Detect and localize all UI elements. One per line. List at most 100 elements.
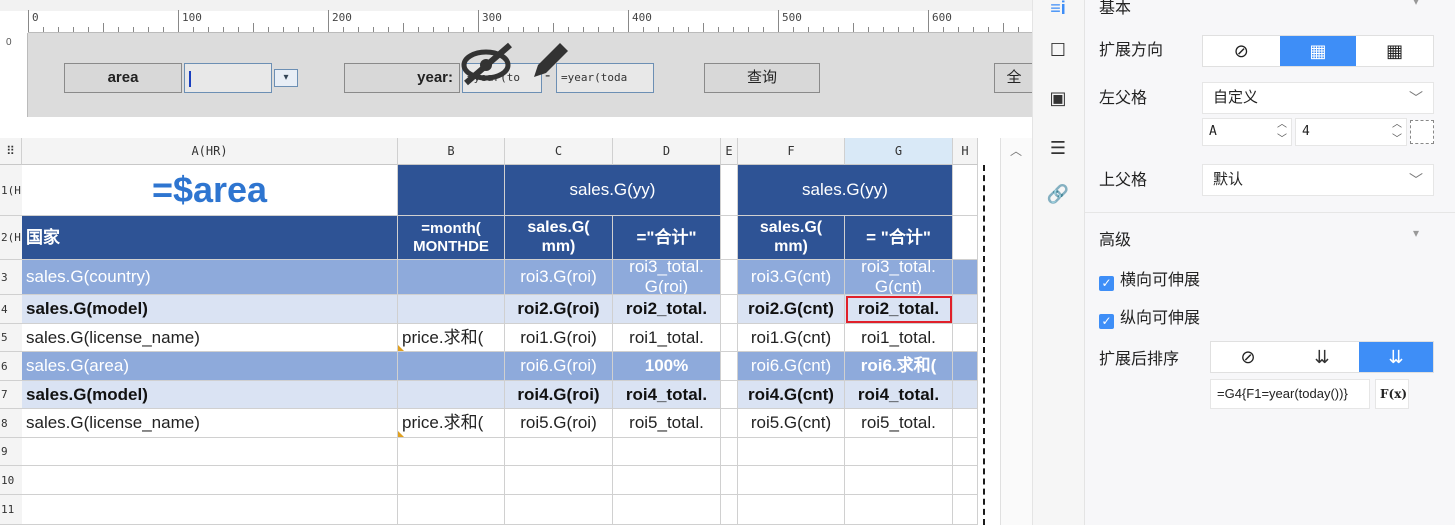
query-button[interactable]: 查询 [704,63,820,93]
cell-b7[interactable] [398,381,505,409]
widget-icon[interactable]: ▣ [1043,86,1073,110]
cell-c8[interactable]: roi5.G(roi) [505,409,613,438]
corner-cell[interactable]: ⠿ [0,138,22,165]
row-header[interactable]: 5 [0,324,22,352]
col-header-e[interactable]: E [721,138,738,165]
cell-h4[interactable] [953,295,978,324]
cell-h6[interactable] [953,352,978,381]
left-parent-col-input[interactable]: A ︿ ﹀ [1202,118,1292,146]
sort-formula-input[interactable]: =G4{F1=year(today())} [1210,379,1370,409]
cell-e6[interactable] [721,352,738,381]
cell-e2[interactable] [721,216,738,260]
basic-section-header[interactable]: 基本 [1099,0,1131,18]
cell-h5[interactable] [953,324,978,352]
scroll-up-icon[interactable]: ︿ [1010,142,1022,159]
stepper-icon[interactable]: ︿ ﹀ [1392,117,1402,147]
cell-b3[interactable] [398,260,505,295]
empty-cell[interactable] [613,466,721,495]
checkbox-checked-icon[interactable]: ✓ [1099,314,1114,329]
cell-e4[interactable] [721,295,738,324]
empty-cell[interactable] [738,495,845,525]
cell-a6[interactable]: sales.G(area) [22,352,398,381]
cell-f5[interactable]: roi1.G(cnt) [738,324,845,352]
cell-a1[interactable]: =$area [22,165,398,216]
sort-ascending-icon[interactable]: ⇊ [1285,342,1359,372]
cell-h7[interactable] [953,381,978,409]
row-header[interactable]: 1(H) [0,165,22,216]
horizontal-expand-icon[interactable]: ▦ [1356,36,1433,66]
cell-b1[interactable] [398,165,505,216]
row-header[interactable]: 7 [0,381,22,409]
row-header[interactable]: 3 [0,260,22,295]
no-sort-icon[interactable]: ⊘ [1211,342,1285,372]
hide-eye-icon[interactable] [458,39,518,87]
row-header[interactable]: 11 [0,495,22,525]
empty-cell[interactable] [398,495,505,525]
col-header-d[interactable]: D [613,138,721,165]
cell-f2[interactable]: sales.G( mm) [738,216,845,260]
condition-icon[interactable]: ☰ [1043,136,1073,160]
cell-attribute-icon[interactable]: ≡i [1043,0,1073,20]
cell-d4[interactable]: roi2_total. [613,295,721,324]
cell-a7[interactable]: sales.G(model) [22,381,398,409]
cell-d8[interactable]: roi5_total. [613,409,721,438]
empty-cell[interactable] [721,438,738,466]
cell-e8[interactable] [721,409,738,438]
v-expand-checkbox[interactable]: ✓ 纵向可伸展 [1099,304,1200,329]
cell-c7[interactable]: roi4.G(roi) [505,381,613,409]
empty-cell[interactable] [613,438,721,466]
cell-a5[interactable]: sales.G(license_name) [22,324,398,352]
empty-cell[interactable] [22,438,398,466]
cell-a2[interactable]: 国家 [22,216,398,260]
col-header-c[interactable]: C [505,138,613,165]
cell-h8[interactable] [953,409,978,438]
no-expand-icon[interactable]: ⊘ [1203,36,1280,66]
cell-e1[interactable] [721,165,738,216]
empty-cell[interactable] [613,495,721,525]
collapse-chevron-icon[interactable]: ▾ [1413,226,1419,240]
cell-b8[interactable]: price.求和( [398,409,505,438]
cell-d7[interactable]: roi4_total. [613,381,721,409]
empty-cell[interactable] [953,438,978,466]
empty-cell[interactable] [845,495,953,525]
vertical-expand-icon[interactable]: ▦ [1279,36,1357,66]
empty-cell[interactable] [398,438,505,466]
cell-g7[interactable]: roi4_total. [845,381,953,409]
cell-c5[interactable]: roi1.G(roi) [505,324,613,352]
cell-c1[interactable]: sales.G(yy) [505,165,721,216]
cell-g2[interactable]: = "合计" [845,216,953,260]
empty-cell[interactable] [398,466,505,495]
row-header[interactable]: 8 [0,409,22,438]
vertical-scrollbar[interactable]: ︿ [1000,138,1032,525]
empty-cell[interactable] [721,466,738,495]
row-header[interactable]: 9 [0,438,22,466]
cell-d6[interactable]: 100% [613,352,721,381]
col-header-g[interactable]: G [845,138,953,165]
cell-g6[interactable]: roi6.求和( [845,352,953,381]
up-parent-select[interactable]: 默认 ﹀ [1202,164,1434,196]
cell-f6[interactable]: roi6.G(cnt) [738,352,845,381]
cell-f4[interactable]: roi2.G(cnt) [738,295,845,324]
cell-g8[interactable]: roi5_total. [845,409,953,438]
row-header[interactable]: 2(H) [0,216,22,260]
left-parent-row-input[interactable]: 4 ︿ ﹀ [1295,118,1407,146]
stepper-icon[interactable]: ︿ ﹀ [1277,117,1287,147]
h-expand-checkbox[interactable]: ✓ 横向可伸展 [1099,266,1200,291]
cell-f8[interactable]: roi5.G(cnt) [738,409,845,438]
col-header-a[interactable]: A(HR) [22,138,398,165]
cell-d5[interactable]: roi1_total. [613,324,721,352]
advanced-section-header[interactable]: 高级 [1099,226,1131,250]
checkbox-checked-icon[interactable]: ✓ [1099,276,1114,291]
cell-g5[interactable]: roi1_total. [845,324,953,352]
row-header[interactable]: 4 [0,295,22,324]
row-header[interactable]: 10 [0,466,22,495]
edit-pencil-icon[interactable] [526,37,572,83]
cell-b2[interactable]: =month( MONTHDE [398,216,505,260]
cell-f3[interactable]: roi3.G(cnt) [738,260,845,295]
cell-g3[interactable]: roi3_total. G(cnt) [845,260,953,295]
empty-cell[interactable] [738,438,845,466]
row-header[interactable]: 6 [0,352,22,381]
formula-fx-button[interactable]: F(x) [1375,379,1409,409]
col-header-b[interactable]: B [398,138,505,165]
cell-a8[interactable]: sales.G(license_name) [22,409,398,438]
